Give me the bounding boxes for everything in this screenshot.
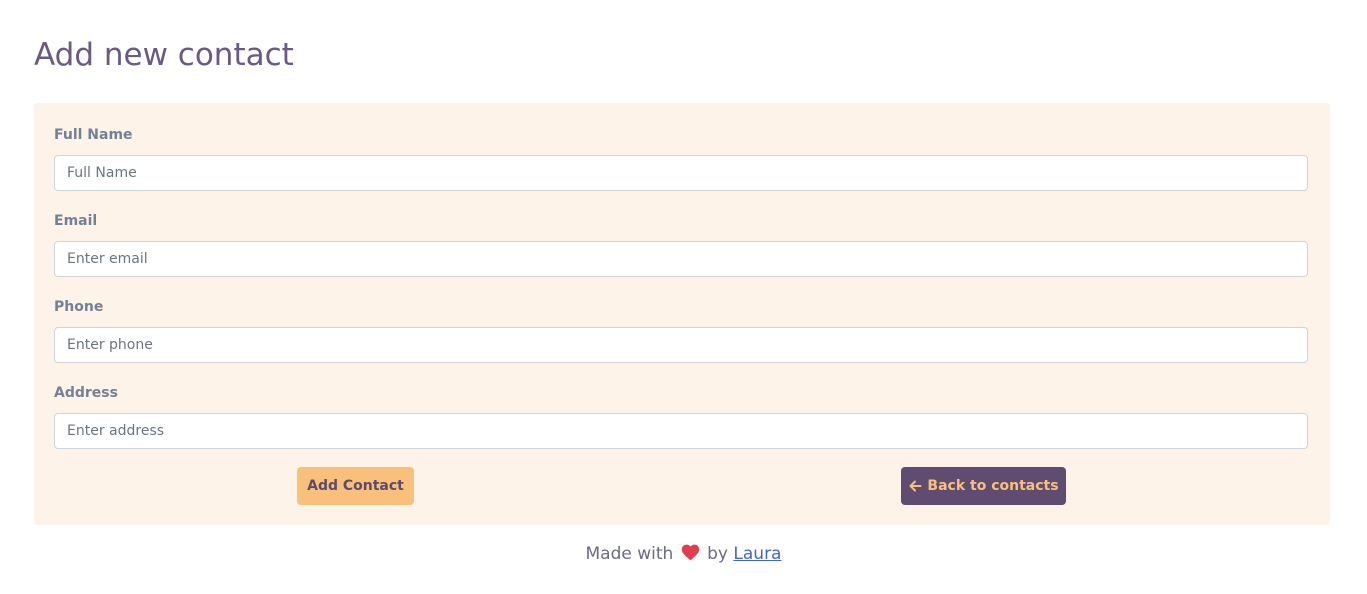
full-name-input[interactable] [54,155,1308,191]
back-to-contacts-button[interactable]: Back to contacts [901,467,1066,505]
phone-input[interactable] [54,327,1308,363]
footer: Made with by Laura [0,542,1367,566]
add-contact-page: Add new contact Full Name Email Phone Ad… [0,0,1367,594]
add-contact-button-label: Add Contact [307,478,404,494]
heart-icon [681,544,700,561]
phone-label: Phone [54,299,104,315]
email-label: Email [54,213,98,229]
arrow-left-icon [908,479,922,493]
email-input[interactable] [54,241,1308,277]
address-label: Address [54,385,118,401]
contact-form: Full Name Email Phone Address Add Contac… [34,103,1330,525]
full-name-label: Full Name [54,127,133,143]
footer-prefix-text: Made with [585,544,674,564]
author-link[interactable]: Laura [733,544,781,564]
add-contact-button[interactable]: Add Contact [297,467,414,505]
footer-middle-text: by [707,544,728,564]
back-to-contacts-button-label: Back to contacts [927,478,1059,494]
page-title: Add new contact [34,37,294,73]
address-input[interactable] [54,413,1308,449]
